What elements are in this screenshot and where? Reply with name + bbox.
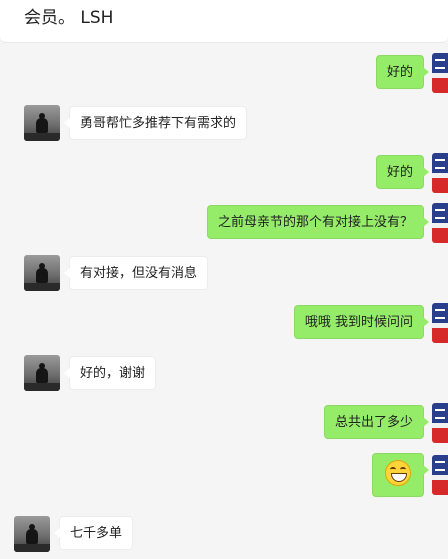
message-row: 之前母亲节的那个有对接上没有？ [0,203,448,243]
outgoing-message-bubble[interactable]: 总共出了多少 [323,405,430,439]
message-row: 有对接，但没有消息 [0,253,448,293]
my-avatar[interactable] [432,53,448,93]
incoming-message-bubble[interactable]: 好的，谢谢 [63,356,157,390]
outgoing-message-bubble[interactable]: 之前母亲节的那个有对接上没有？ [206,205,430,239]
contact-avatar[interactable] [24,355,60,391]
outgoing-emoji-bubble[interactable] [372,453,429,497]
avatar-figure-head [39,113,45,119]
previous-message-card: 会员。 LSH [0,0,448,43]
grinning-face-icon [385,460,411,486]
book-cover-icon [435,209,445,219]
incoming-message-bubble[interactable]: 勇哥帮忙多推荐下有需求的 [63,106,248,140]
avatar-ground [24,283,60,291]
book-cover-icon [435,409,445,419]
message-row [0,451,448,499]
my-avatar[interactable] [432,455,448,495]
incoming-message-bubble[interactable]: 有对接，但没有消息 [63,256,209,290]
outgoing-message-bubble[interactable]: 哦哦 我到时候问问 [293,305,430,339]
avatar-figure [26,529,38,544]
emoji-mouth [391,473,407,482]
my-avatar[interactable] [432,403,448,443]
avatar-ground [24,133,60,141]
book-cover-icon [435,309,445,319]
message-row: 七千多单 [0,514,448,554]
message-row: 好的 [0,53,448,93]
message-row: 好的，谢谢 [0,353,448,393]
contact-avatar[interactable] [24,105,60,141]
emoji-eye-left [390,467,396,472]
previous-message-text: 会员。 LSH [24,8,114,28]
my-avatar[interactable] [432,153,448,193]
book-cover-icon [435,159,445,169]
avatar-figure-head [29,524,35,530]
book-cover-icon [435,461,445,471]
avatar-figure [36,118,48,133]
message-row: 勇哥帮忙多推荐下有需求的 [0,103,448,143]
outgoing-message-bubble[interactable]: 好的 [375,55,430,89]
book-cover-icon [435,59,445,69]
contact-avatar[interactable] [24,255,60,291]
avatar-figure [36,268,48,283]
emoji-eye-right [400,467,406,472]
message-row: 好的 [0,153,448,193]
contact-avatar[interactable] [14,516,50,552]
avatar-figure-head [39,263,45,269]
outgoing-message-bubble[interactable]: 好的 [375,155,430,189]
avatar-figure [36,368,48,383]
message-row: 总共出了多少 [0,403,448,443]
incoming-message-bubble[interactable]: 七千多单 [53,516,134,550]
my-avatar[interactable] [432,203,448,243]
message-row: 哦哦 我到时候问问 [0,303,448,343]
avatar-figure-head [39,363,45,369]
my-avatar[interactable] [432,303,448,343]
avatar-ground [24,383,60,391]
avatar-ground [14,544,50,552]
